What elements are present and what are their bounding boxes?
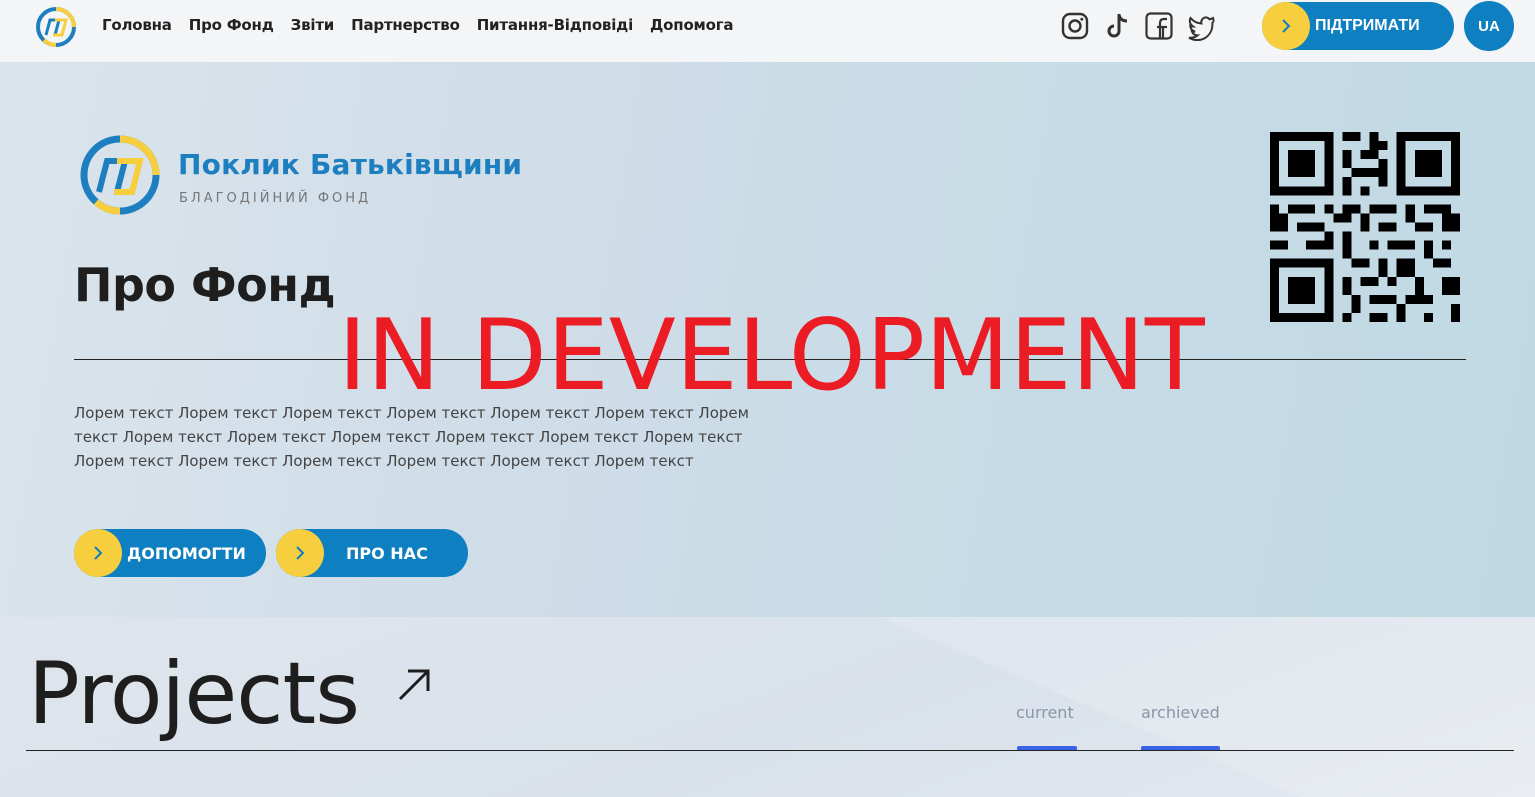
in-development-banner: IN DEVELOPMENT [338, 299, 1205, 413]
page-title: Про Фонд [74, 258, 336, 312]
brand-logo-icon [80, 135, 160, 215]
qr-code [1270, 132, 1460, 322]
twitter-icon[interactable] [1186, 11, 1216, 42]
support-button[interactable]: ПІДТРИМАТИ [1262, 2, 1454, 50]
help-button-label: ДОПОМОГТИ [127, 544, 246, 563]
tab-current[interactable]: current [1016, 703, 1074, 722]
nav-about-fund[interactable]: Про Фонд [189, 16, 274, 34]
chevron-right-icon [276, 529, 324, 577]
language-switch[interactable]: UA [1464, 1, 1514, 51]
brand-subtitle: БЛАГОДІЙНИЙ ФОНД [179, 191, 372, 206]
nav-faq[interactable]: Питання-Відповіді [477, 16, 634, 34]
tiktok-icon[interactable] [1102, 11, 1132, 41]
arrow-up-right-icon[interactable] [396, 667, 432, 703]
main-nav: Головна Про Фонд Звіти Партнерство Питан… [102, 16, 750, 34]
support-button-label: ПІДТРИМАТИ [1315, 17, 1420, 34]
brand-name: Поклик Батьківщини [178, 148, 523, 181]
instagram-icon[interactable] [1060, 11, 1090, 41]
hero-section: Поклик Батьківщини БЛАГОДІЙНИЙ ФОНД Про … [0, 62, 1535, 617]
about-us-button[interactable]: ПРО НАС [276, 529, 468, 577]
social-links [1060, 11, 1216, 42]
about-us-button-label: ПРО НАС [346, 544, 428, 563]
projects-section: Projects current archieved [0, 617, 1535, 797]
nav-help[interactable]: Допомога [650, 16, 733, 34]
chevron-right-icon [74, 529, 122, 577]
nav-partnership[interactable]: Партнерство [351, 16, 460, 34]
nav-home[interactable]: Головна [102, 16, 172, 34]
site-header: Головна Про Фонд Звіти Партнерство Питан… [0, 0, 1535, 62]
projects-divider [26, 750, 1514, 751]
logo-icon[interactable] [36, 7, 76, 47]
facebook-icon[interactable] [1144, 11, 1174, 41]
nav-reports[interactable]: Звіти [291, 16, 335, 34]
chevron-right-icon [1262, 2, 1310, 50]
tab-archived[interactable]: archieved [1141, 703, 1220, 722]
hero-description: Лорем текст Лорем текст Лорем текст Лоре… [74, 404, 749, 470]
help-button[interactable]: ДОПОМОГТИ [74, 529, 266, 577]
projects-title: Projects [28, 644, 360, 744]
